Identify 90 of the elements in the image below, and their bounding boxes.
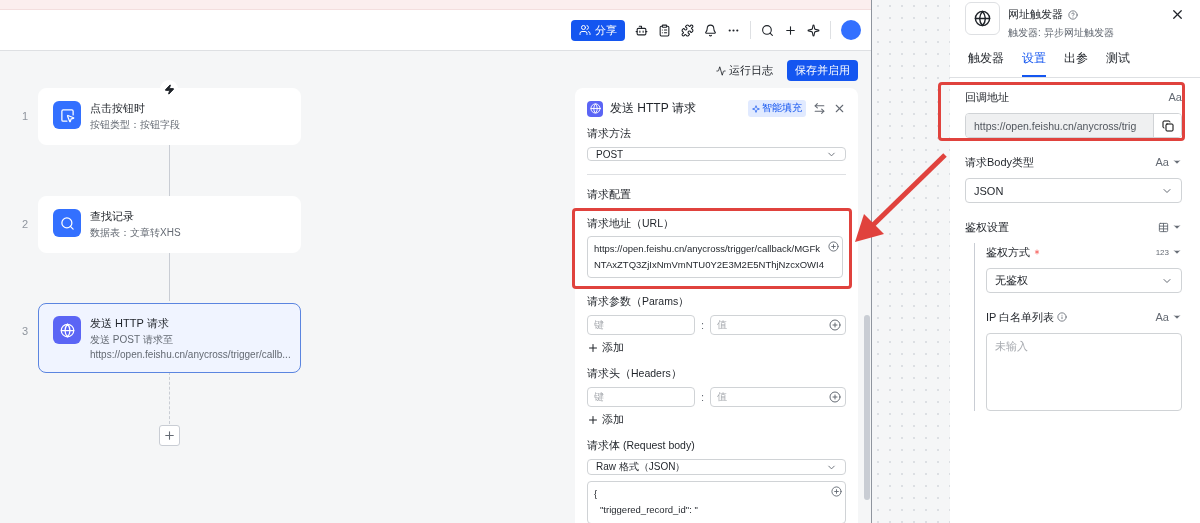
tab[interactable]: 测试 (1106, 51, 1130, 77)
step-number: 1 (22, 110, 29, 122)
swap-icon (813, 102, 826, 115)
caret-icon[interactable] (1172, 222, 1182, 232)
plus-icon[interactable] (784, 23, 797, 37)
field-label: 请求Body类型 (965, 154, 1035, 170)
select-field[interactable]: 无鉴权 (986, 268, 1182, 293)
robot-icon[interactable] (635, 23, 648, 37)
step-number: 3 (22, 325, 29, 337)
globe-icon (589, 103, 601, 114)
flow-node[interactable]: 查找记录 数据表：文章转XHS (38, 196, 301, 253)
globe-icon (974, 10, 991, 27)
section-title: 请求配置 (587, 188, 632, 203)
clipboard-icon[interactable] (658, 23, 671, 37)
sparkle-icon[interactable] (807, 23, 820, 37)
add-step-button[interactable] (159, 425, 180, 446)
search-icon[interactable] (761, 23, 774, 37)
cursor-window-icon (59, 107, 75, 123)
body-format-select[interactable]: Raw 格式（JSON） (587, 459, 846, 476)
scrollbar[interactable] (864, 315, 870, 500)
save-button[interactable]: 保存并启用 (787, 60, 858, 81)
help-icon[interactable] (1068, 9, 1078, 20)
code-line: { (594, 487, 598, 502)
section-label: 请求头（Headers） (587, 367, 683, 382)
close-icon (1170, 7, 1185, 22)
copy-button[interactable] (1153, 114, 1181, 137)
field-label: IP 白名单列表 (986, 309, 1068, 325)
copy-icon (1161, 119, 1174, 132)
url-field[interactable]: https://open.feishu.cn/anycross/trig (965, 113, 1182, 138)
puzzle-icon[interactable] (681, 23, 694, 37)
swap-button[interactable] (813, 102, 826, 115)
url-input[interactable]: https://open.feishu.cn/anycross/trigger/callback/MGFkNTAxZTQ3ZjIxNmVmNTU0Y2E3M2E5NThjNzcxOWI4 (587, 236, 843, 279)
type-label[interactable]: Aa (1155, 311, 1169, 323)
tab[interactable]: 出参 (1064, 51, 1088, 77)
caret-icon[interactable] (1172, 157, 1182, 167)
plus-circle-icon[interactable] (829, 319, 841, 332)
field-label: 鉴权设置 (965, 219, 1009, 235)
tab[interactable]: 触发器 (968, 51, 1004, 77)
panel-subtitle: 触发器: 异步网址触发器 (1008, 26, 1115, 40)
bell-icon[interactable] (704, 23, 717, 37)
close-button[interactable] (1170, 7, 1185, 22)
search-icon (59, 215, 75, 231)
plus-icon (587, 414, 599, 427)
pulse-line-icon (716, 65, 726, 76)
flow-node[interactable]: 点击按钮时 按钮类型：按钮字段 (38, 88, 301, 145)
field-label: 鉴权方式 (986, 244, 1041, 260)
share-button[interactable]: 分享 (571, 19, 625, 41)
close-icon (833, 102, 846, 115)
caret-icon[interactable] (1172, 247, 1182, 257)
select-field[interactable]: JSON (965, 178, 1182, 203)
node-subtitle: 按钮类型：按钮字段 (90, 118, 180, 132)
globe-icon (59, 322, 75, 338)
table-icon[interactable] (1158, 221, 1169, 233)
type-label[interactable]: Aa (1155, 156, 1169, 168)
plus-circle-icon[interactable] (829, 391, 841, 404)
node-title: 查找记录 (90, 209, 135, 224)
node-title: 发送 HTTP 请求 (90, 316, 170, 331)
node-subtitle: 数据表：文章转XHS (90, 226, 181, 240)
step-number: 2 (22, 218, 29, 230)
type-label[interactable]: 123 (1155, 247, 1169, 257)
code-editor[interactable]: { "triggered_record_id": " (587, 481, 846, 523)
panel-title: 发送 HTTP 请求 (610, 100, 697, 117)
avatar[interactable] (841, 20, 861, 40)
field-label: 回调地址 (965, 89, 1009, 105)
colon-separator: : (701, 319, 705, 332)
section-label: 请求参数（Params） (587, 295, 691, 310)
run-log-link[interactable]: 运行日志 (716, 63, 773, 78)
sparkle-icon (752, 104, 760, 113)
node-subtitle: 发送 POST 请求至 (90, 333, 174, 347)
field-label: 请求体 (Request body) (587, 439, 696, 454)
node-title: 点击按钮时 (90, 101, 146, 116)
users-icon (579, 24, 591, 36)
type-label[interactable]: Aa (1168, 91, 1182, 103)
info-icon[interactable] (1057, 312, 1068, 322)
plus-circle-icon[interactable] (831, 486, 842, 498)
plus-circle-icon[interactable] (828, 241, 839, 253)
flow-node[interactable]: 发送 HTTP 请求 发送 POST 请求至 https://open.feishu.cn/anycross/trigger/callb... (38, 303, 301, 373)
ai-fill-button[interactable]: 智能填充 (748, 100, 806, 117)
plus-icon (163, 429, 176, 442)
caret-icon[interactable] (1172, 312, 1182, 322)
add-link[interactable]: 添加 (587, 341, 846, 356)
plus-icon (587, 342, 599, 355)
field-label: 请求方法 (587, 127, 632, 141)
method-select[interactable]: POST (587, 147, 846, 162)
panel-title: 网址触发器 (1008, 7, 1063, 22)
tab[interactable]: 设置 (1022, 51, 1046, 77)
add-link[interactable]: 添加 (587, 413, 846, 428)
field-label: 请求地址（URL） (587, 217, 675, 232)
colon-separator: : (701, 391, 705, 404)
code-line: "triggered_record_id": " (599, 503, 698, 518)
